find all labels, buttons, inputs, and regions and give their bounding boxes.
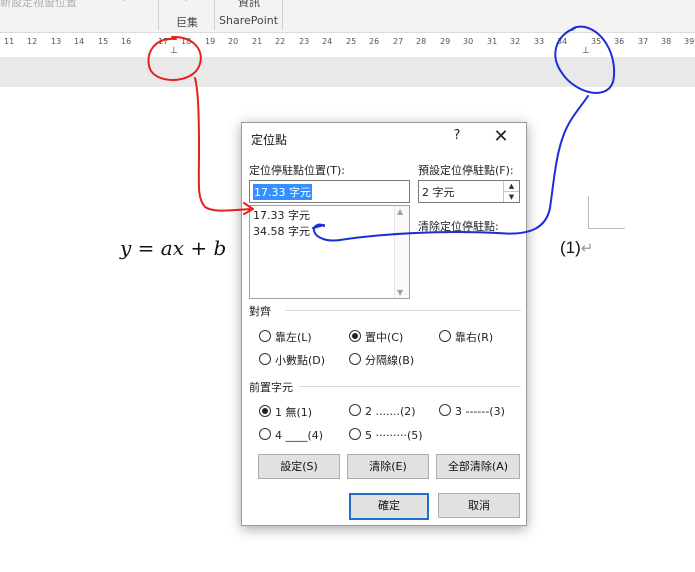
blue-arrow-annotation: [312, 95, 589, 242]
annotation-overlay: [147, 25, 616, 242]
red-arrow-annotation: [194, 77, 254, 215]
blue-circle-annotation: [554, 25, 616, 94]
red-circle-annotation: [147, 35, 202, 81]
